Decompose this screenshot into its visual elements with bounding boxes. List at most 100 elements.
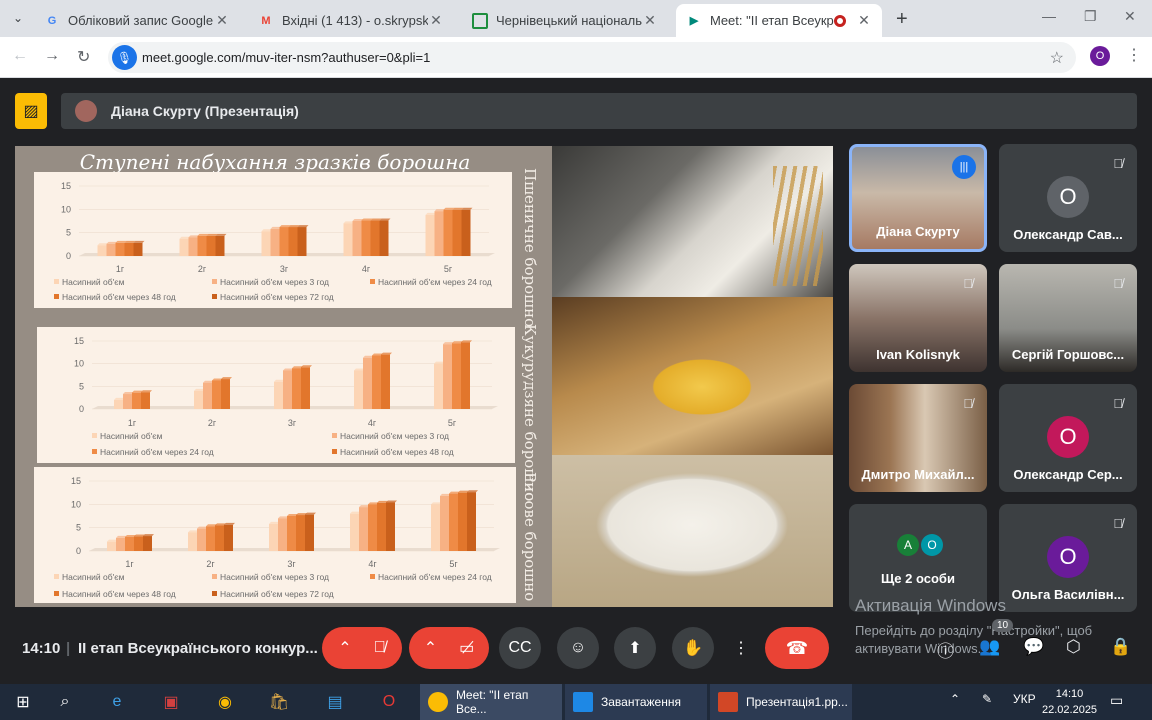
- legend-swatch: [332, 449, 337, 454]
- chrome-icon[interactable]: ◉: [210, 688, 240, 716]
- chart-corn: 15 10 5 0 1г 2г 3г 4г 5г Насипний об'єм Насипний о…: [37, 327, 515, 463]
- system-clock[interactable]: 14:10 22.02.2025: [1042, 686, 1097, 718]
- x-tick-label: 4г: [368, 559, 377, 569]
- rice-flour-photo: [552, 455, 833, 607]
- chevron-up-icon[interactable]: ⌃: [424, 638, 437, 658]
- bar: [261, 231, 271, 256]
- captions-icon: CC: [508, 639, 532, 656]
- y-tick-label: 5: [79, 381, 84, 391]
- gmail-icon: M: [261, 14, 271, 27]
- bar: [368, 504, 377, 551]
- bar: [288, 227, 298, 256]
- tray-chevron-icon[interactable]: ⌃: [950, 692, 960, 706]
- legend-swatch: [212, 574, 217, 579]
- profile-avatar[interactable]: O: [1090, 46, 1110, 66]
- close-icon[interactable]: ✕: [428, 12, 444, 29]
- mic-off-icon[interactable]: 🎙̸: [374, 639, 386, 657]
- captions-button[interactable]: CC: [499, 627, 541, 669]
- presenter-bar: Діана Скурту (Презентація): [61, 93, 1137, 129]
- reactions-button[interactable]: ☺: [557, 627, 599, 669]
- wheat-flour-photo: [552, 146, 833, 297]
- people-icon[interactable]: 👥: [979, 637, 1000, 657]
- notifications-icon[interactable]: ▭: [1110, 692, 1123, 709]
- bar: [292, 368, 301, 409]
- tab-gmail[interactable]: M Вхідні (1 413) - o.skrypska@chnu.edu.u…: [248, 4, 454, 37]
- bar: [188, 532, 197, 551]
- microphone-control[interactable]: ⌃ 🎙̸: [322, 627, 402, 669]
- chevron-up-icon[interactable]: ⌃: [338, 638, 351, 658]
- tab-classroom[interactable]: Чернівецький національний університет ✕: [462, 4, 668, 37]
- bar: [461, 342, 470, 409]
- bar: [467, 492, 476, 551]
- windows-start-icon[interactable]: ⊞: [8, 688, 38, 716]
- corn-flour-photo: [552, 297, 833, 455]
- forward-icon[interactable]: →: [44, 47, 60, 65]
- save-disk-icon[interactable]: ▣: [156, 688, 186, 716]
- bookmark-star-icon[interactable]: ☆: [1050, 48, 1064, 68]
- bar: [124, 242, 134, 256]
- mic-off-icon: 🎙̸: [1113, 156, 1123, 171]
- host-controls-icon[interactable]: 🔒: [1110, 637, 1131, 657]
- tab-google-account[interactable]: G Обліковий запис Google ✕: [34, 4, 240, 37]
- restore-icon[interactable]: ❐: [1084, 8, 1097, 25]
- participant-tile[interactable]: 🎙̸ О Олександр Сав...: [999, 144, 1137, 252]
- address-bar[interactable]: 🎙 meet.google.com/muv-iter-nsm?authuser=…: [108, 42, 1076, 73]
- opera-icon[interactable]: O: [374, 688, 404, 716]
- chat-icon[interactable]: 💬: [1023, 637, 1044, 657]
- minimize-icon[interactable]: —: [1042, 8, 1056, 24]
- more-options-button[interactable]: ⋮: [726, 627, 756, 669]
- camera-off-icon[interactable]: ▭̸: [459, 638, 474, 658]
- bar: [458, 492, 467, 551]
- tab-meet[interactable]: ▶ Meet: "II етап Всеукраїнського" ✕: [676, 4, 882, 37]
- taskbar-app-powerpoint[interactable]: Презентація1.pp...: [710, 684, 852, 720]
- bar: [434, 363, 443, 409]
- camera-control[interactable]: ⌃ ▭̸: [409, 627, 489, 669]
- x-tick-label: 1г: [128, 418, 137, 428]
- new-tab-button[interactable]: +: [896, 8, 908, 31]
- reload-icon[interactable]: ↻: [77, 47, 90, 67]
- store-icon[interactable]: 🛍: [264, 688, 294, 716]
- leave-call-button[interactable]: ☎: [765, 627, 829, 669]
- keyboard-language[interactable]: УКР: [1013, 692, 1036, 706]
- legend-swatch: [332, 433, 337, 438]
- bar: [449, 493, 458, 551]
- close-icon[interactable]: ✕: [214, 12, 230, 29]
- app-window-icon[interactable]: ▤: [320, 688, 350, 716]
- search-icon[interactable]: ⌕: [50, 688, 80, 716]
- present-button[interactable]: ⬆: [614, 627, 656, 669]
- close-icon[interactable]: ✕: [856, 12, 872, 29]
- tab-search-icon[interactable]: ⌄: [6, 7, 30, 29]
- bar: [107, 541, 116, 551]
- browser-menu-icon[interactable]: ⋮: [1126, 45, 1142, 65]
- participant-tile[interactable]: 🎙̸ Ivan Kolisnyk: [849, 264, 987, 372]
- wheat-ears-image: [773, 166, 823, 286]
- stop-presentation-icon[interactable]: ▨: [15, 93, 47, 129]
- bar: [274, 381, 283, 409]
- window-close-icon[interactable]: ✕: [1124, 8, 1136, 25]
- taskbar-app-meet[interactable]: Meet: "II етап Все...: [420, 684, 562, 720]
- avatar: О: [1047, 536, 1089, 578]
- bar: [297, 227, 307, 256]
- bar: [133, 242, 143, 256]
- bar: [363, 357, 372, 409]
- participant-tile[interactable]: ||| Діана Скурту: [849, 144, 987, 252]
- pen-icon[interactable]: ✎: [982, 692, 992, 706]
- microphone-site-icon[interactable]: 🎙: [112, 45, 137, 70]
- bar: [359, 507, 368, 551]
- taskbar-app-downloads[interactable]: Завантаження: [565, 684, 707, 720]
- windows-activation-watermark: Активація Windows Перейдіть до розділу "…: [855, 596, 1093, 656]
- info-icon[interactable]: ⓘ: [937, 637, 954, 662]
- raise-hand-button[interactable]: ✋: [672, 627, 714, 669]
- participant-tile[interactable]: 🎙̸ Дмитро Михайл...: [849, 384, 987, 492]
- url-text[interactable]: meet.google.com/muv-iter-nsm?authuser=0&…: [142, 50, 430, 65]
- participant-tile[interactable]: 🎙̸ О Олександр Сер...: [999, 384, 1137, 492]
- back-icon[interactable]: ←: [12, 47, 28, 65]
- x-tick-label: 3г: [280, 264, 289, 274]
- participant-tile[interactable]: 🎙̸ Сергій Горшовс...: [999, 264, 1137, 372]
- close-icon[interactable]: ✕: [642, 12, 658, 29]
- legend-swatch: [54, 591, 59, 596]
- edge-icon[interactable]: e: [102, 688, 132, 716]
- bar: [452, 209, 462, 256]
- activities-icon[interactable]: ⬡: [1066, 637, 1081, 657]
- bar: [279, 227, 289, 256]
